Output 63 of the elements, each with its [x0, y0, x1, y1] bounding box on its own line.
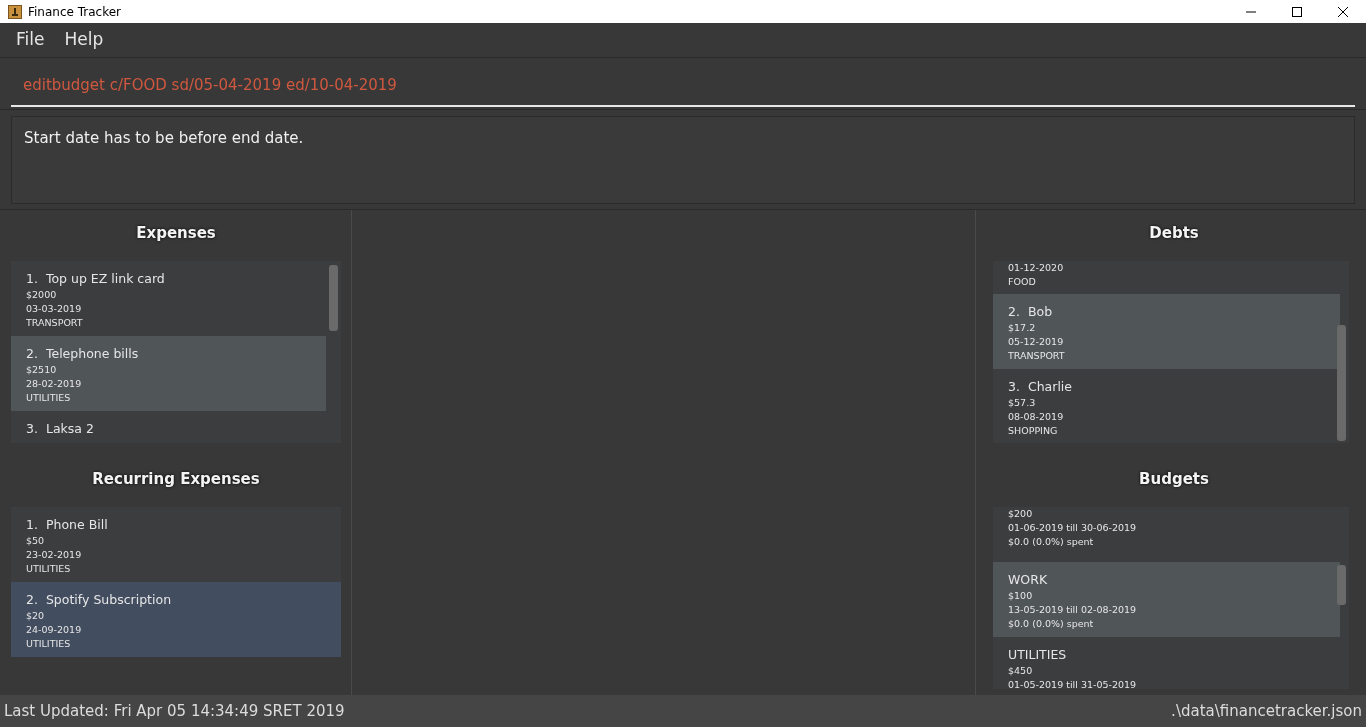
maximize-icon	[1292, 6, 1302, 17]
item-index: 1.	[26, 516, 38, 532]
item-detail: $200	[1008, 506, 1034, 521]
item-index: 3.	[26, 420, 38, 436]
app-icon	[8, 4, 22, 19]
item-detail: $2000	[26, 288, 58, 303]
item-detail: 01-05-2019 till 31-05-2019	[1008, 678, 1138, 689]
menu-item[interactable]: File	[6, 27, 55, 53]
last-updated-text: Last Updated: Fri Apr 05 14:34:49 SRET 2019	[4, 700, 345, 722]
item-detail: UTILITIES	[26, 391, 72, 406]
list-item[interactable]: 2. Bob $17.2 05-12-2019 TRANSPORT	[993, 293, 1340, 369]
panel-title: Debts	[1148, 223, 1200, 244]
item-title: Charlie	[1027, 378, 1073, 394]
item-title: Bob	[1027, 303, 1053, 319]
item-detail: $57.3	[1008, 396, 1037, 411]
item-detail: $20	[26, 609, 46, 624]
item-index: 3.	[1008, 378, 1020, 394]
item-detail: 08-08-2019	[1008, 410, 1065, 425]
item-detail: $100	[1008, 589, 1034, 604]
item-title: Phone Bill	[45, 516, 108, 532]
item-detail: TRANSPORT	[26, 316, 84, 331]
list-item[interactable]: 2. Spotify Subscription $20 24-09-2019 UTILITIES	[11, 581, 341, 657]
item-detail: $0.0 (0.0%) spent	[1008, 617, 1095, 632]
menu-item[interactable]: Help	[54, 27, 114, 53]
item-index: 1.	[26, 270, 38, 286]
list-item[interactable]: 2. Telephone bills $2510 28-02-2019 UTILITIES	[11, 335, 326, 411]
item-detail: UTILITIES	[26, 637, 72, 652]
item-detail: FOOD	[1008, 274, 1037, 289]
panel-title: Budgets	[1138, 469, 1210, 490]
item-detail: 03-03-2019	[26, 302, 83, 317]
file-path-text: .\data\financetracker.json	[1171, 700, 1362, 722]
list-item[interactable]: WORK $100 13-05-2019 till 02-08-2019 $0.0 (0.0%) spent	[993, 561, 1340, 637]
item-detail: $450	[1008, 664, 1034, 679]
item-title: Laksa 2	[45, 420, 94, 436]
item-detail: TRANSPORT	[1008, 349, 1066, 364]
item-detail: 23-02-2019	[26, 548, 83, 563]
panel-title: Expenses	[135, 223, 217, 244]
scrollbar-thumb	[1337, 564, 1346, 605]
item-title: Spotify Subscription	[45, 591, 172, 607]
item-detail: $2510	[26, 363, 58, 378]
item-title: Telephone bills	[45, 345, 139, 361]
item-index: 2.	[26, 345, 38, 361]
result-display: Start date has to be before end date.	[11, 116, 1355, 204]
item-detail: $0.0 (0.0%) spent	[1008, 534, 1095, 549]
item-detail: 13-05-2019 till 02-08-2019	[1008, 603, 1138, 618]
item-detail: SHOPPING	[1008, 424, 1059, 439]
item-detail: UTILITIES	[26, 562, 72, 577]
item-index: 2.	[26, 591, 38, 607]
panel-title: Recurring Expenses	[91, 469, 261, 490]
item-detail: 28-02-2019	[26, 377, 83, 392]
item-detail: $17.2	[1008, 321, 1037, 336]
item-title: UTILITIES	[1008, 645, 1068, 664]
close-icon	[1338, 6, 1348, 17]
item-title: Top up EZ link card	[45, 270, 165, 286]
item-detail: $50	[26, 534, 46, 549]
window-title: Finance Tracker	[28, 3, 121, 21]
item-title: WORK	[1008, 570, 1049, 589]
scrollbar-thumb	[329, 264, 338, 331]
item-detail: 24-09-2019	[26, 623, 83, 638]
item-index: 2.	[1008, 303, 1020, 319]
item-detail: 01-06-2019 till 30-06-2019	[1008, 520, 1138, 535]
item-detail: 05-12-2019	[1008, 335, 1065, 350]
item-detail: 01-12-2020	[1008, 260, 1065, 275]
